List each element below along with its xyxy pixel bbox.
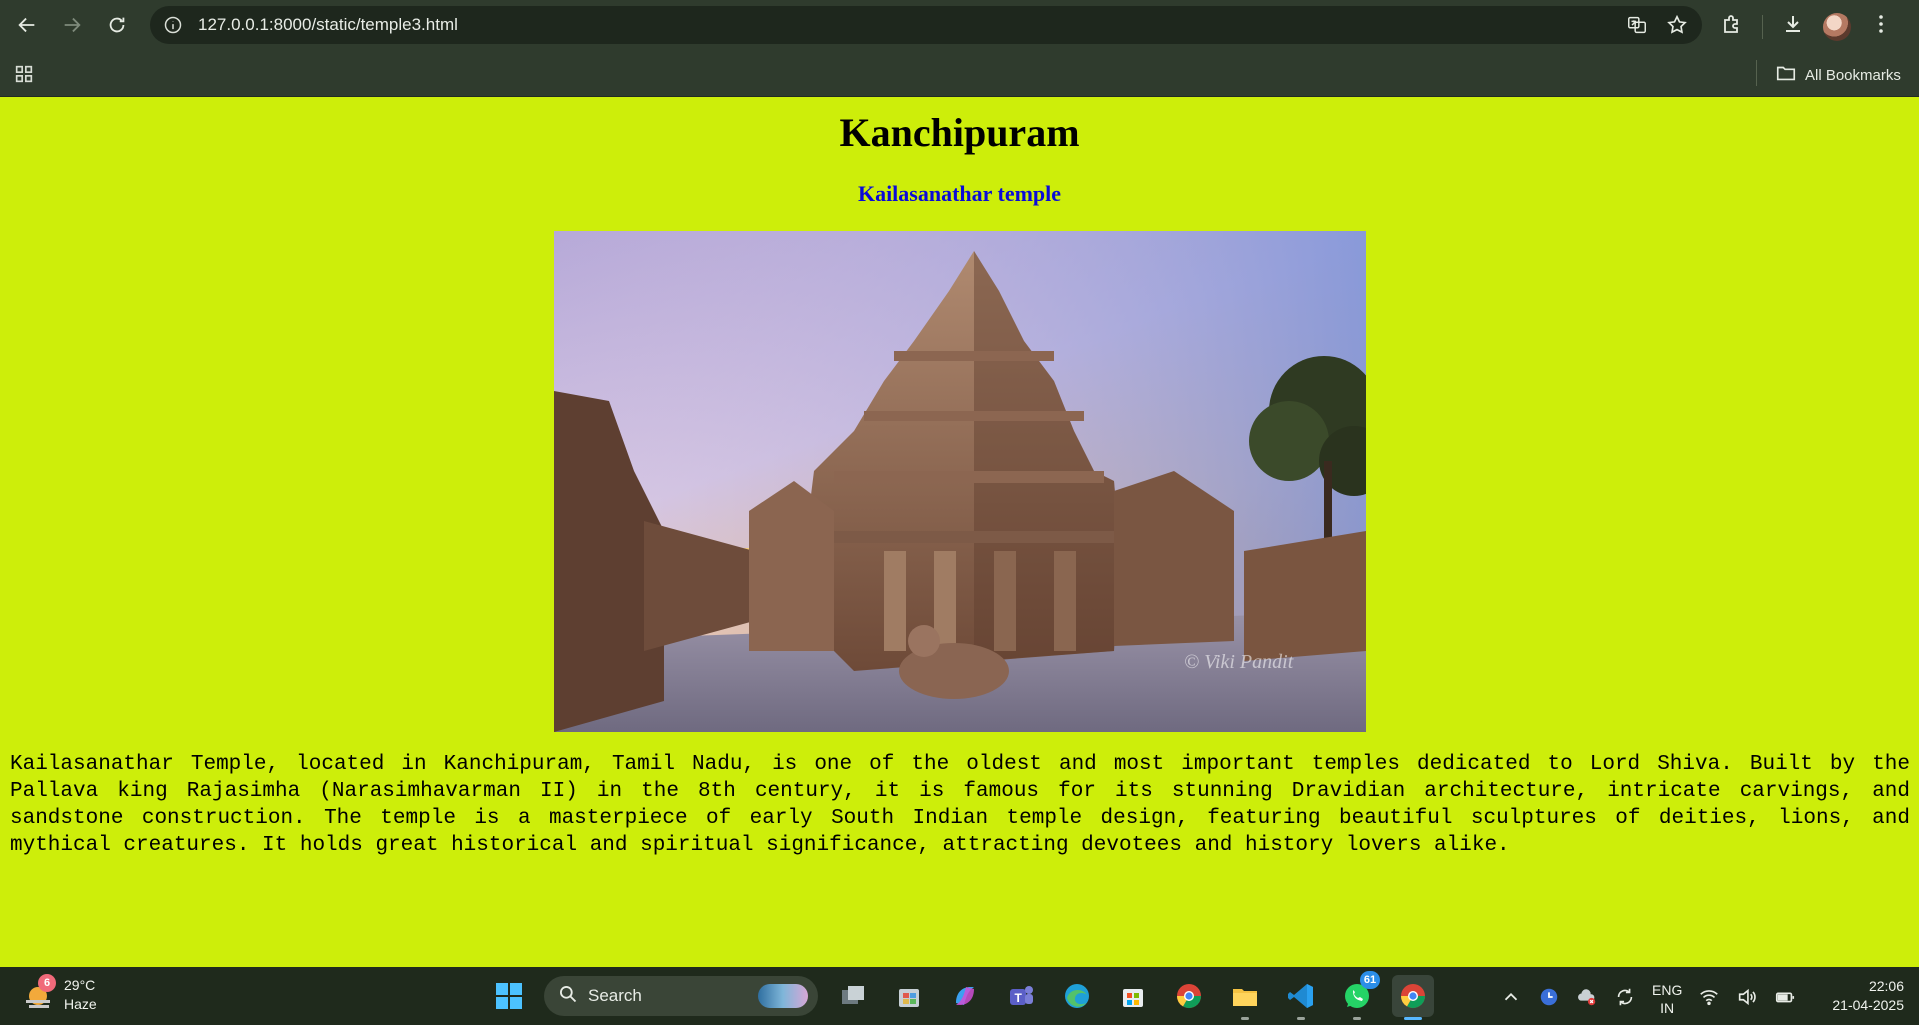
- taskbar-search[interactable]: Search: [544, 976, 818, 1016]
- bookmarks-bar: All Bookmarks: [0, 50, 1919, 97]
- clock-date: 21-04-2025: [1832, 997, 1904, 1013]
- back-icon[interactable]: [7, 5, 47, 45]
- running-indicator: [1241, 1017, 1249, 1020]
- all-bookmarks-button[interactable]: All Bookmarks: [1775, 62, 1901, 88]
- whatsapp-badge: 61: [1360, 971, 1380, 989]
- search-highlight-art: [758, 984, 808, 1008]
- site-info-icon[interactable]: [162, 14, 184, 36]
- search-label: Search: [588, 986, 642, 1005]
- volume-icon[interactable]: [1736, 986, 1758, 1013]
- app-store-bag-icon[interactable]: [888, 975, 930, 1017]
- url-text[interactable]: 127.0.0.1:8000/static/temple3.html: [198, 15, 458, 35]
- windows-start-icon[interactable]: [488, 975, 530, 1017]
- profile-avatar[interactable]: [1823, 12, 1851, 41]
- chevron-up-icon[interactable]: [1500, 986, 1522, 1013]
- page-title: Kanchipuram: [839, 110, 1080, 155]
- edge-browser-icon[interactable]: [1056, 975, 1098, 1017]
- apps-grid-icon[interactable]: [13, 63, 35, 90]
- svg-text:T: T: [1015, 991, 1023, 1005]
- task-view-icon[interactable]: [832, 975, 874, 1017]
- extensions-icon[interactable]: [1720, 12, 1744, 41]
- copilot-icon[interactable]: [944, 975, 986, 1017]
- onedrive-error-icon[interactable]: [1576, 986, 1598, 1013]
- browser-toolbar: 127.0.0.1:8000/static/temple3.html: [0, 0, 1919, 50]
- clock-app-icon[interactable]: [1538, 986, 1560, 1013]
- photo-watermark: © Viki Pandit: [1184, 651, 1294, 673]
- toolbar-divider: [1762, 14, 1763, 39]
- weather-description: Haze: [64, 996, 97, 1012]
- running-indicator: [1297, 1017, 1305, 1020]
- address-bar[interactable]: 127.0.0.1:8000/static/temple3.html: [150, 6, 1702, 44]
- system-clock[interactable]: 22:06 21-04-2025: [1816, 977, 1904, 1015]
- bookmark-divider: [1756, 60, 1757, 86]
- reload-icon[interactable]: [97, 5, 137, 45]
- clock-time: 22:06: [1868, 978, 1904, 994]
- running-indicator: [1353, 1017, 1361, 1020]
- download-icon[interactable]: [1781, 12, 1805, 41]
- forward-icon[interactable]: [52, 5, 92, 45]
- folder-icon: [1775, 62, 1797, 88]
- temple-description: Kailasanathar Temple, located in Kanchip…: [10, 753, 1910, 857]
- page-subtitle: Kailasanathar temple: [857, 181, 1062, 206]
- weather-badge: 6: [38, 974, 56, 992]
- language-code: ENG: [1652, 982, 1683, 998]
- search-icon: [558, 984, 578, 1009]
- microsoft-store-icon[interactable]: [1112, 975, 1154, 1017]
- vscode-icon[interactable]: [1280, 975, 1322, 1020]
- bookmark-star-icon[interactable]: [1666, 14, 1688, 41]
- file-explorer-icon[interactable]: [1224, 975, 1266, 1020]
- translate-icon[interactable]: [1626, 14, 1648, 41]
- weather-haze-icon: 6: [22, 974, 56, 1012]
- weather-temperature: 29°C: [64, 977, 96, 993]
- os-taskbar: 6 29°C Haze Search T 61 ENG IN 22:06 21-…: [0, 967, 1919, 1025]
- temple-photo: © Viki Pandit: [554, 231, 1366, 732]
- chrome-active-window-icon[interactable]: [1392, 975, 1434, 1020]
- teams-icon[interactable]: T: [1000, 975, 1042, 1017]
- battery-icon[interactable]: [1774, 986, 1796, 1013]
- whatsapp-icon[interactable]: 61: [1336, 971, 1380, 1020]
- all-bookmarks-label: All Bookmarks: [1805, 66, 1901, 84]
- weather-widget[interactable]: 6 29°C Haze: [22, 974, 97, 1014]
- chrome-icon[interactable]: [1168, 975, 1210, 1017]
- wifi-icon[interactable]: [1698, 986, 1720, 1013]
- language-indicator[interactable]: ENG IN: [1652, 981, 1682, 1017]
- menu-kebab-icon[interactable]: [1869, 12, 1893, 41]
- web-page: Kanchipuram Kailasanathar temple © Viki …: [0, 97, 1919, 967]
- sync-icon[interactable]: [1614, 986, 1636, 1013]
- region-code: IN: [1660, 1000, 1675, 1016]
- active-indicator: [1404, 1017, 1422, 1020]
